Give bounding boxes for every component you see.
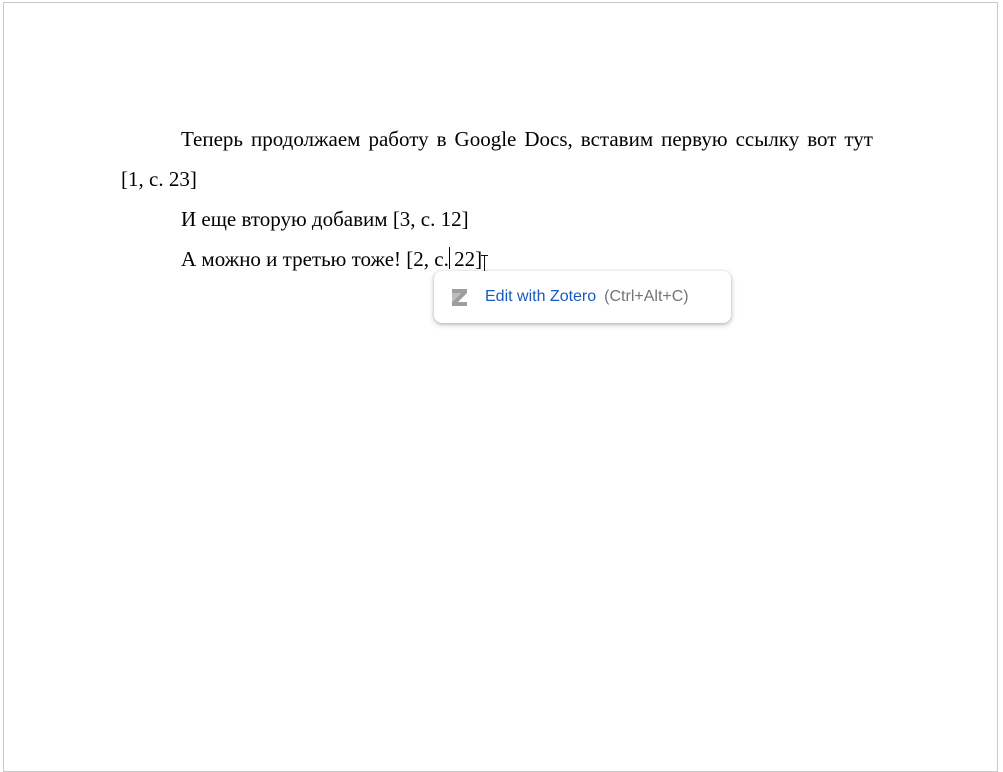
edit-with-zotero-popup[interactable]: Edit with Zotero (Ctrl+Alt+C) xyxy=(434,271,731,323)
paragraph-3-text-before-cursor: А можно и третью тоже! [2, с. xyxy=(181,247,449,271)
zotero-z-icon xyxy=(451,287,469,307)
keyboard-shortcut-hint: (Ctrl+Alt+C) xyxy=(604,288,689,305)
paragraph-3-text-after-cursor: 22] xyxy=(448,247,483,271)
document-page[interactable] xyxy=(3,2,998,772)
paragraph-1[interactable]: Теперь продолжаем работу в Google Docs, … xyxy=(121,119,873,199)
edit-with-zotero-label[interactable]: Edit with Zotero xyxy=(485,288,596,306)
document-body[interactable]: Теперь продолжаем работу в Google Docs, … xyxy=(121,119,873,279)
paragraph-2[interactable]: И еще вторую добавим [3, с. 12] xyxy=(121,199,873,239)
